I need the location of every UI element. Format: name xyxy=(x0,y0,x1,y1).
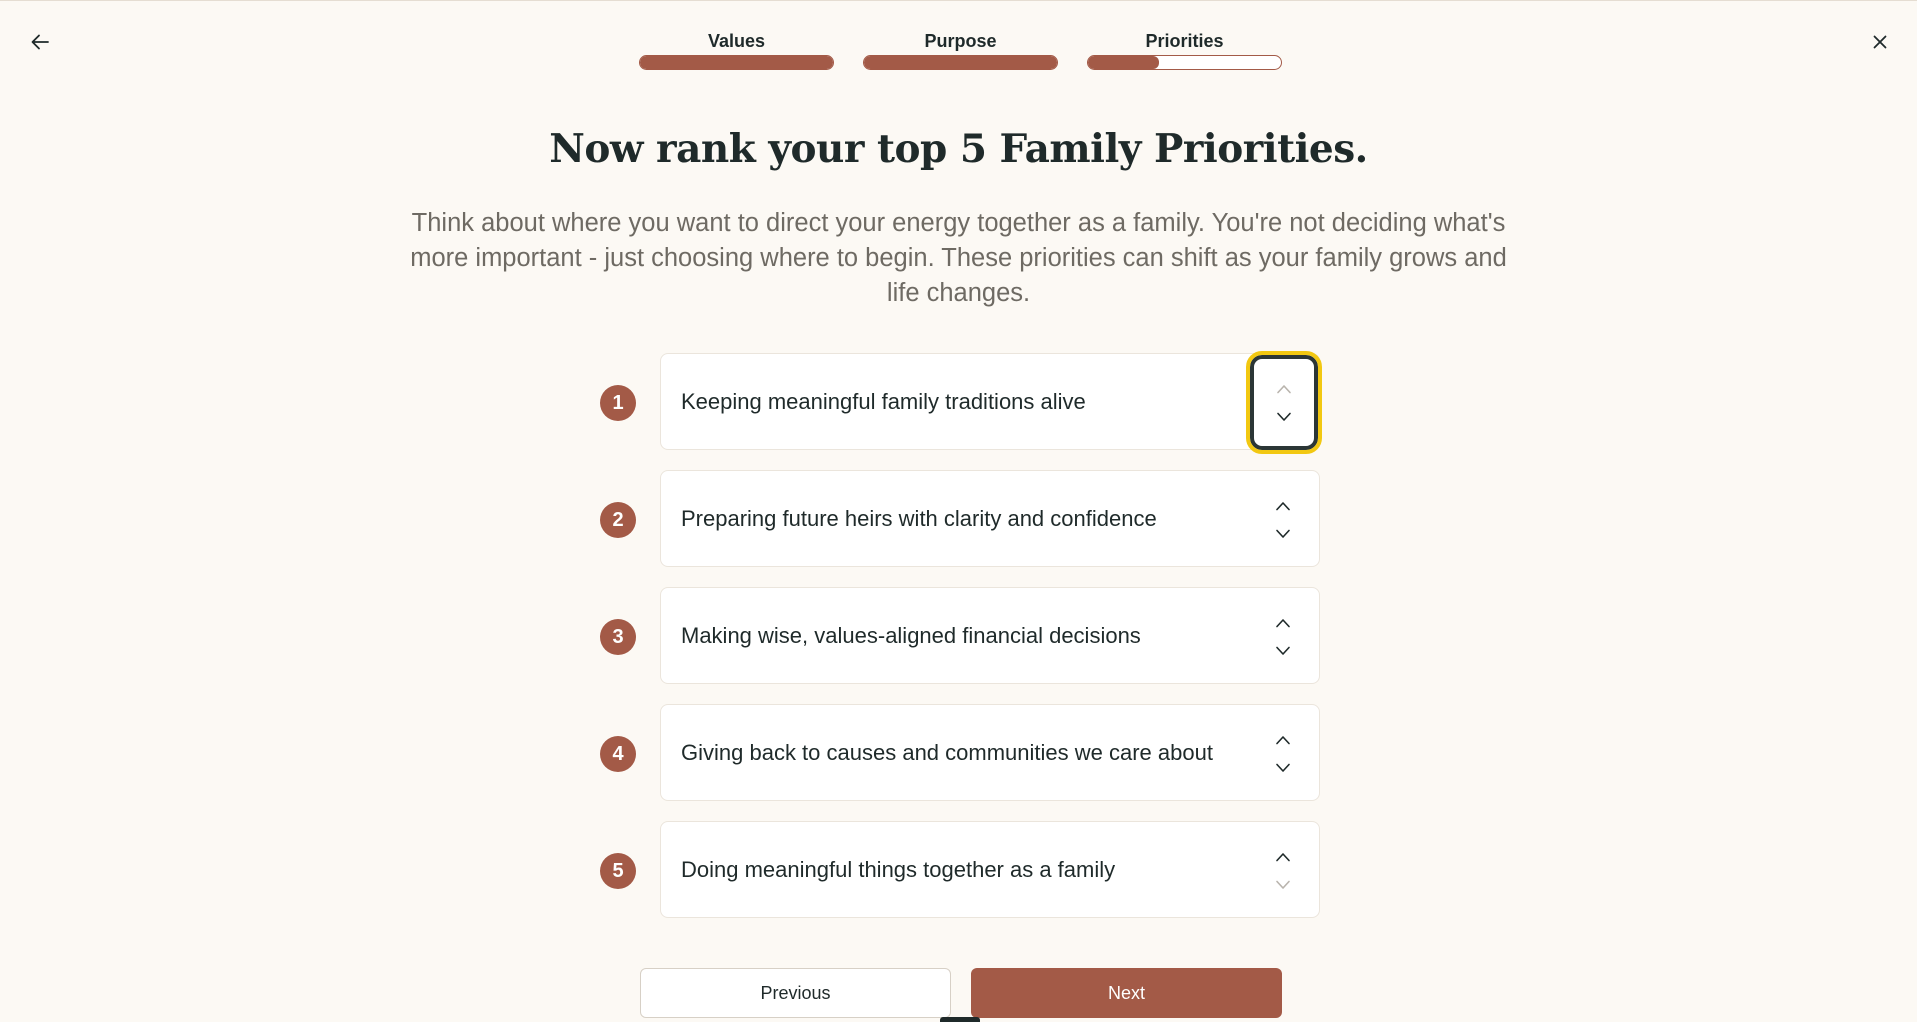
priority-card[interactable]: Keeping meaningful family traditions ali… xyxy=(660,351,1322,454)
step-priorities: Priorities xyxy=(1087,29,1282,70)
step-progress-fill xyxy=(1088,56,1160,69)
step-progress-bar xyxy=(639,55,834,70)
priority-row: 4 Giving back to causes and communities … xyxy=(600,704,1320,801)
move-down-button[interactable] xyxy=(1273,644,1293,658)
priority-list: 1 Keeping meaningful family traditions a… xyxy=(600,351,1322,938)
rank-badge: 1 xyxy=(600,385,636,421)
move-down-button[interactable] xyxy=(1273,761,1293,775)
priority-card[interactable]: Making wise, values-aligned financial de… xyxy=(660,587,1320,684)
move-up-button[interactable] xyxy=(1273,850,1293,864)
reorder-controls xyxy=(1247,822,1319,919)
next-button[interactable]: Next xyxy=(971,968,1282,1018)
priority-card[interactable]: Doing meaningful things together as a fa… xyxy=(660,821,1320,918)
chevron-up-icon xyxy=(1276,852,1290,861)
rank-badge: 3 xyxy=(600,619,636,655)
priority-row: 3 Making wise, values-aligned financial … xyxy=(600,587,1320,684)
rank-badge: 5 xyxy=(600,853,636,889)
priority-row: 5 Doing meaningful things together as a … xyxy=(600,821,1320,918)
page-subtitle: Think about where you want to direct you… xyxy=(410,209,1507,307)
previous-button[interactable]: Previous xyxy=(640,968,951,1018)
close-button[interactable] xyxy=(1865,27,1895,57)
move-up-button[interactable] xyxy=(1273,499,1293,513)
priority-row: 1 Keeping meaningful family traditions a… xyxy=(600,351,1322,454)
step-label: Values xyxy=(707,31,766,51)
chevron-up-icon xyxy=(1277,384,1291,393)
back-button[interactable] xyxy=(25,27,55,57)
priority-label: Preparing future heirs with clarity and … xyxy=(681,505,1157,531)
priority-card[interactable]: Giving back to causes and communities we… xyxy=(660,704,1320,801)
chevron-up-icon xyxy=(1276,735,1290,744)
close-icon xyxy=(1873,35,1887,49)
chevron-down-icon xyxy=(1276,880,1290,889)
chevron-down-icon xyxy=(1276,763,1290,772)
move-up-button[interactable] xyxy=(1273,733,1293,747)
step-progress-bar xyxy=(1087,55,1282,70)
rank-badge: 4 xyxy=(600,736,636,772)
progress-stepper: Values Purpose Priorities xyxy=(639,29,1282,70)
reorder-controls xyxy=(1247,705,1319,802)
page-title: Now rank your top 5 Family Priorities. xyxy=(549,126,1368,172)
priorities-page: Values Purpose Priorities Now rank your … xyxy=(0,0,1917,1022)
reorder-controls xyxy=(1246,351,1322,454)
step-label: Priorities xyxy=(1145,31,1224,51)
reorder-controls xyxy=(1247,588,1319,685)
priority-label: Making wise, values-aligned financial de… xyxy=(681,622,1141,648)
priority-label: Giving back to causes and communities we… xyxy=(681,739,1213,765)
rank-badge: 2 xyxy=(600,502,636,538)
wizard-footer: Previous Next xyxy=(640,968,1282,1018)
move-down-button[interactable] xyxy=(1273,878,1293,892)
arrow-left-icon xyxy=(31,34,49,50)
move-down-button[interactable] xyxy=(1273,527,1293,541)
step-label: Purpose xyxy=(924,31,997,51)
chevron-down-icon xyxy=(1277,412,1291,421)
step-progress-bar xyxy=(863,55,1058,70)
priority-card[interactable]: Preparing future heirs with clarity and … xyxy=(660,470,1320,567)
priority-label: Doing meaningful things together as a fa… xyxy=(681,856,1116,882)
step-progress-fill xyxy=(640,56,833,69)
move-down-button[interactable] xyxy=(1274,410,1294,424)
priority-label: Keeping meaningful family traditions ali… xyxy=(681,388,1086,414)
reorder-controls xyxy=(1247,471,1319,568)
move-up-button[interactable] xyxy=(1273,616,1293,630)
scroll-indicator xyxy=(940,1017,980,1022)
priority-row: 2 Preparing future heirs with clarity an… xyxy=(600,470,1320,567)
step-progress-fill xyxy=(864,56,1057,69)
move-up-button[interactable] xyxy=(1274,382,1294,396)
chevron-down-icon xyxy=(1276,646,1290,655)
chevron-up-icon xyxy=(1276,501,1290,510)
step-values: Values xyxy=(639,29,834,70)
step-purpose: Purpose xyxy=(863,29,1058,70)
chevron-down-icon xyxy=(1276,529,1290,538)
chevron-up-icon xyxy=(1276,618,1290,627)
